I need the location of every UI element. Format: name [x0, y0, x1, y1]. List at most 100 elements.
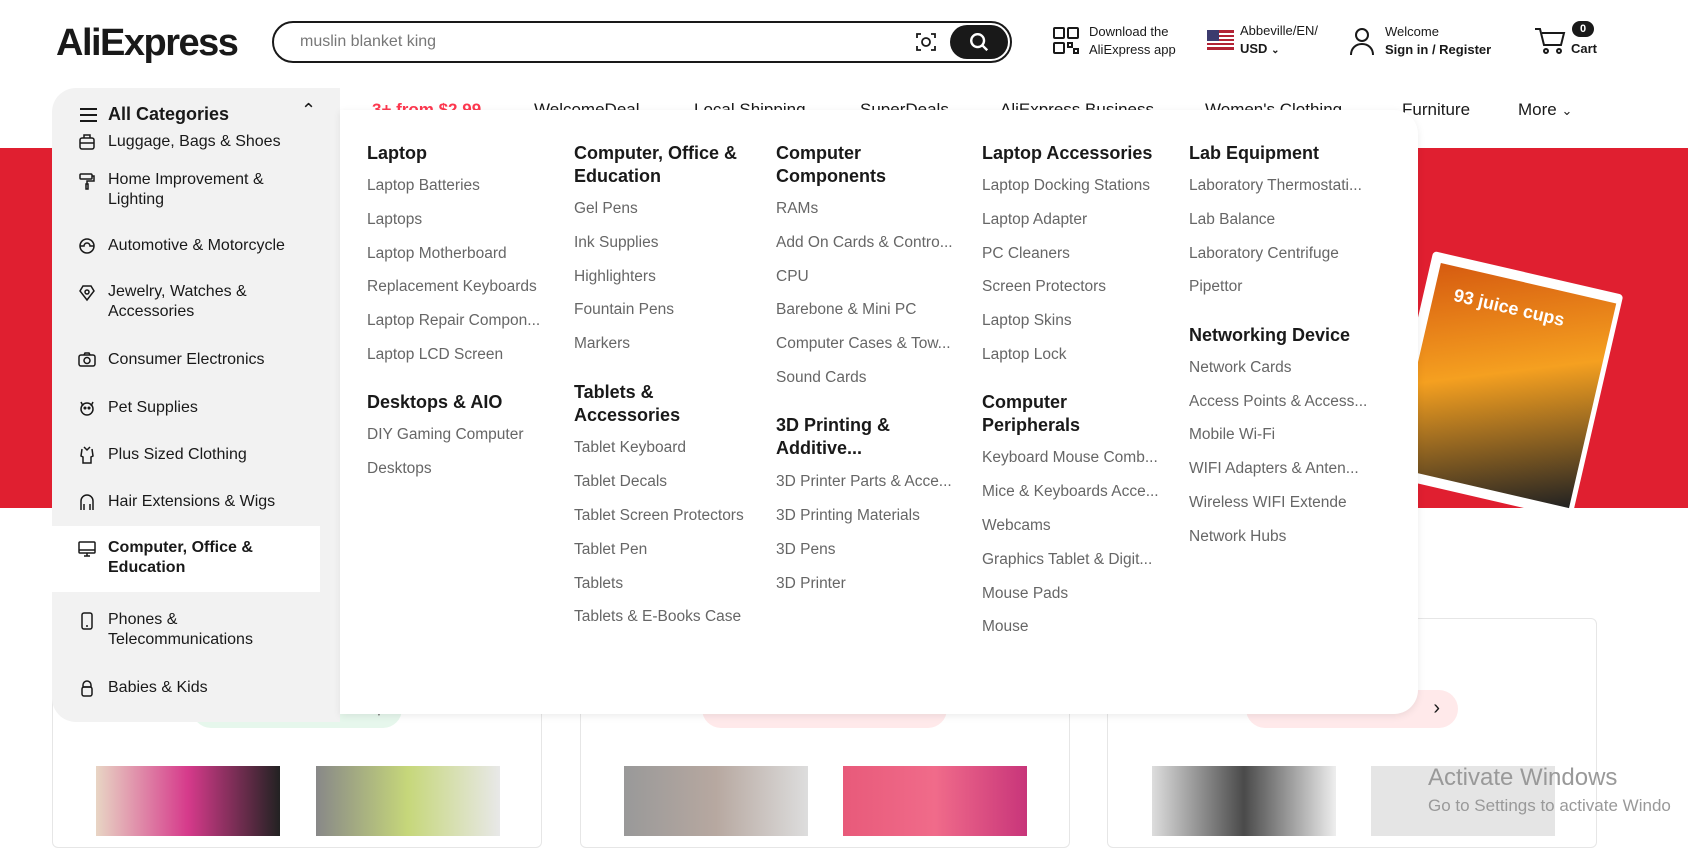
subcategory-link[interactable]: Sound Cards — [776, 369, 866, 387]
group-title-computer-components[interactable]: Computer Components — [776, 142, 886, 188]
product-thumb-2[interactable] — [316, 766, 500, 836]
subcategory-link[interactable]: Laptop Docking Stations — [982, 177, 1150, 195]
product-thumb-3[interactable] — [624, 766, 808, 836]
product-thumb-4[interactable] — [843, 766, 1027, 836]
subcategory-link[interactable]: Mobile Wi-Fi — [1189, 426, 1275, 444]
search-input[interactable] — [300, 31, 900, 53]
nav-furniture-link[interactable]: Furniture — [1402, 100, 1470, 120]
category-item-jewelry[interactable]: Jewelry, Watches & Accessories — [52, 280, 320, 326]
category-label: Hair Extensions & Wigs — [108, 493, 276, 510]
subcategory-link[interactable]: Wireless WIFI Extende — [1189, 494, 1347, 512]
subcategory-link[interactable]: Barebone & Mini PC — [776, 301, 916, 319]
all-categories-title: All Categories — [108, 104, 230, 124]
subcategory-link[interactable]: Laptop Batteries — [367, 177, 480, 195]
group-title-3d-printing[interactable]: 3D Printing & Additive... — [776, 414, 890, 460]
sign-in-register-text: Sign in / Register — [1385, 42, 1492, 57]
subcategory-link[interactable]: Tablet Screen Protectors — [574, 507, 744, 525]
category-item-plus-sized-clothing[interactable]: Plus Sized Clothing — [52, 443, 320, 467]
product-thumb-1[interactable] — [96, 766, 280, 836]
group-title-laptop-accessories[interactable]: Laptop Accessories — [982, 142, 1152, 165]
subcategory-link[interactable]: Highlighters — [574, 268, 656, 286]
subcategory-link[interactable]: Replacement Keyboards — [367, 278, 537, 296]
subcategory-link[interactable]: Tablets — [574, 575, 623, 593]
download-app-line2: AliExpress app — [1089, 42, 1176, 57]
chevron-up-icon[interactable]: ⌃ — [301, 100, 316, 121]
subcategory-link[interactable]: Tablet Decals — [574, 473, 667, 491]
subcategory-link[interactable]: Webcams — [982, 517, 1051, 535]
group-title-computer-peripherals[interactable]: Computer Peripherals — [982, 391, 1080, 437]
category-label: Plus Sized Clothing — [108, 446, 247, 463]
subcategory-link[interactable]: WIFI Adapters & Anten... — [1189, 460, 1359, 478]
subcategory-link[interactable]: CPU — [776, 268, 809, 286]
category-item-consumer-electronics[interactable]: Consumer Electronics — [52, 348, 320, 372]
group-title-lab-equipment[interactable]: Lab Equipment — [1189, 142, 1319, 165]
category-item-babies-kids[interactable]: Babies & Kids — [52, 676, 320, 700]
qr-code-icon[interactable] — [1052, 26, 1080, 56]
subcategory-link[interactable]: Tablet Pen — [574, 541, 647, 559]
subcategory-link[interactable]: RAMs — [776, 200, 818, 218]
subcategory-link[interactable]: Mouse — [982, 618, 1029, 636]
subcategory-link[interactable]: Laboratory Thermostati... — [1189, 177, 1362, 195]
category-item-home-improvement[interactable]: Home Improvement & Lighting — [52, 168, 320, 214]
subcategory-link[interactable]: Markers — [574, 335, 630, 353]
user-icon[interactable] — [1348, 26, 1376, 56]
group-title-laptop[interactable]: Laptop — [367, 142, 427, 165]
category-item-hair-extensions[interactable]: Hair Extensions & Wigs — [52, 490, 320, 514]
subcategory-link[interactable]: Laptop LCD Screen — [367, 346, 503, 364]
subcategory-link[interactable]: Network Cards — [1189, 359, 1292, 377]
aliexpress-logo[interactable]: AliExpress — [56, 22, 239, 65]
subcategory-link[interactable]: Lab Balance — [1189, 211, 1275, 229]
subcategory-link[interactable]: Network Hubs — [1189, 528, 1286, 546]
subcategory-link[interactable]: Mice & Keyboards Acce... — [982, 483, 1159, 501]
cart-label[interactable]: Cart — [1571, 40, 1597, 58]
subcategory-link[interactable]: Screen Protectors — [982, 278, 1106, 296]
subcategory-link[interactable]: Access Points & Access... — [1189, 393, 1367, 411]
all-categories-header[interactable]: All Categories ⌃ — [52, 98, 340, 128]
subcategory-link[interactable]: Laptop Skins — [982, 312, 1072, 330]
group-title-tablets[interactable]: Tablets & Accessories — [574, 381, 680, 427]
subcategory-link[interactable]: Mouse Pads — [982, 585, 1068, 603]
subcategory-link[interactable]: Laptop Adapter — [982, 211, 1087, 229]
category-item-computer-office[interactable]: Computer, Office & Education — [52, 526, 320, 592]
subcategory-link[interactable]: Desktops — [367, 460, 432, 478]
account-link[interactable]: Welcome Sign in / Register — [1385, 23, 1491, 59]
subcategory-link[interactable]: Laptop Lock — [982, 346, 1066, 364]
product-thumb-5[interactable] — [1152, 766, 1336, 836]
phone-icon — [81, 612, 93, 630]
category-item-luggage[interactable]: Luggage, Bags & Shoes — [52, 130, 320, 154]
subcategory-link[interactable]: Gel Pens — [574, 200, 638, 218]
subcategory-link[interactable]: Laptop Motherboard — [367, 245, 507, 263]
subcategory-link[interactable]: Laboratory Centrifuge — [1189, 245, 1339, 263]
category-item-phones[interactable]: Phones & Telecommunications — [52, 610, 320, 656]
subcategory-link[interactable]: Add On Cards & Contro... — [776, 234, 953, 252]
subcategory-link[interactable]: Keyboard Mouse Comb... — [982, 449, 1158, 467]
subcategory-link[interactable]: Fountain Pens — [574, 301, 674, 319]
subcategory-link[interactable]: DIY Gaming Computer — [367, 426, 524, 444]
search-button[interactable] — [950, 25, 1008, 59]
group-title-networking[interactable]: Networking Device — [1189, 324, 1350, 347]
chevron-right-icon[interactable]: › — [1433, 697, 1440, 720]
subcategory-link[interactable]: 3D Printing Materials — [776, 507, 920, 525]
download-app-link[interactable]: Download the AliExpress app — [1089, 23, 1176, 59]
subcategory-link[interactable]: Laptop Repair Compon... — [367, 312, 540, 330]
subcategory-link[interactable]: Tablet Keyboard — [574, 439, 686, 457]
image-search-icon[interactable] — [914, 30, 938, 54]
subcategory-link[interactable]: Pipettor — [1189, 278, 1242, 296]
group-title-desktops[interactable]: Desktops & AIO — [367, 391, 502, 414]
subcategory-link[interactable]: Computer Cases & Tow... — [776, 335, 951, 353]
subcategory-link[interactable]: 3D Printer Parts & Acce... — [776, 473, 952, 491]
subcategory-link[interactable]: 3D Pens — [776, 541, 835, 559]
subcategory-link[interactable]: Graphics Tablet & Digit... — [982, 551, 1152, 569]
subcategory-link[interactable]: Ink Supplies — [574, 234, 658, 252]
subcategory-link[interactable]: Tablets & E-Books Case — [574, 608, 741, 626]
category-item-pet-supplies[interactable]: Pet Supplies — [52, 396, 320, 420]
subcategory-link[interactable]: Laptops — [367, 211, 422, 229]
subcategory-link[interactable]: PC Cleaners — [982, 245, 1070, 263]
cart-icon[interactable] — [1534, 26, 1566, 56]
group-title-computer-office[interactable]: Computer, Office & Education — [574, 142, 737, 188]
subcategory-link[interactable]: 3D Printer — [776, 575, 846, 593]
nav-more-link[interactable]: More ⌄ — [1518, 100, 1572, 120]
locale-selector[interactable]: Abbeville/EN/ USD ⌄ — [1240, 22, 1318, 60]
category-item-automotive[interactable]: Automotive & Motorcycle — [52, 234, 320, 258]
us-flag-icon — [1207, 30, 1234, 50]
